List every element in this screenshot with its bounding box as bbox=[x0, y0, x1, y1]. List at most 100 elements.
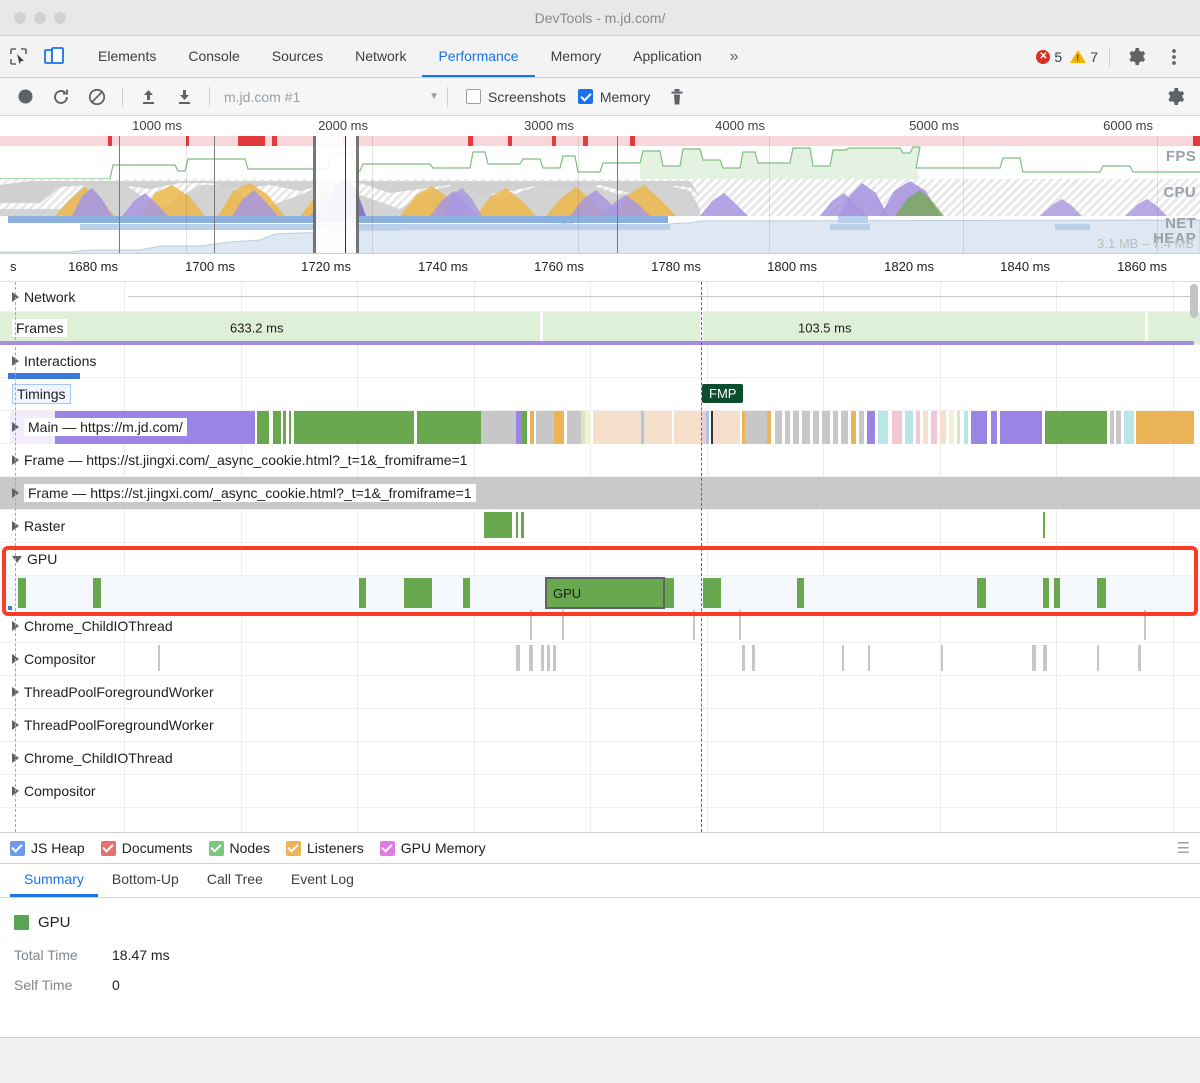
timeline-event-bar[interactable] bbox=[1097, 578, 1106, 608]
reload-record-icon[interactable] bbox=[44, 82, 78, 112]
timeline-event-bar[interactable] bbox=[1045, 411, 1055, 444]
timeline-event-bar[interactable] bbox=[1097, 645, 1099, 671]
track-label[interactable]: Chrome_ChildIOThread bbox=[12, 742, 173, 774]
track-row[interactable] bbox=[0, 808, 1200, 832]
timeline-event-bar[interactable] bbox=[1136, 411, 1194, 444]
gear-icon[interactable] bbox=[1118, 47, 1154, 66]
track-row[interactable]: ThreadPoolForegroundWorker bbox=[0, 709, 1200, 742]
save-profile-icon[interactable] bbox=[167, 82, 201, 112]
tracks-scrollbar[interactable] bbox=[1190, 284, 1198, 318]
timeline-event-bar[interactable] bbox=[1144, 610, 1146, 640]
counter-nodes[interactable]: Nodes bbox=[208, 840, 270, 856]
track-row[interactable]: Interactions bbox=[0, 341, 1200, 379]
timeline-event-bar[interactable] bbox=[941, 645, 943, 671]
timeline-event-bar[interactable] bbox=[868, 645, 870, 671]
track-row[interactable]: Raster bbox=[0, 510, 1200, 543]
counter-gpu-memory[interactable]: GPU Memory bbox=[379, 840, 486, 856]
timeline-event-bar[interactable] bbox=[977, 578, 986, 608]
timeline-event-bar[interactable] bbox=[562, 610, 564, 640]
record-icon[interactable] bbox=[8, 82, 42, 112]
timeline-event-bar[interactable] bbox=[404, 578, 432, 608]
fmp-marker-badge[interactable]: FMP bbox=[702, 384, 744, 403]
tab-summary[interactable]: Summary bbox=[10, 864, 98, 897]
trash-icon[interactable] bbox=[660, 82, 694, 112]
timeline-event-bar[interactable] bbox=[484, 512, 512, 538]
timeline-event-bar[interactable] bbox=[93, 578, 101, 608]
timeline-event-bar[interactable] bbox=[521, 512, 524, 538]
tab-elements[interactable]: Elements bbox=[82, 36, 172, 77]
tab-performance[interactable]: Performance bbox=[422, 36, 535, 77]
load-profile-icon[interactable] bbox=[131, 82, 165, 112]
track-label[interactable]: Frames bbox=[12, 312, 68, 344]
track-label[interactable]: Network bbox=[12, 282, 75, 311]
timeline-event-bar[interactable] bbox=[1032, 645, 1036, 671]
timeline-event-bar[interactable] bbox=[693, 610, 695, 640]
timeline-event-bar[interactable] bbox=[1043, 512, 1045, 538]
timeline-event-bar[interactable] bbox=[516, 512, 518, 538]
timeline-event-bar[interactable] bbox=[529, 645, 533, 671]
timeline-event-bar[interactable] bbox=[593, 411, 641, 444]
timeline-event-bar[interactable] bbox=[554, 411, 564, 444]
timeline-event-bar[interactable] bbox=[797, 578, 804, 608]
hamburger-icon[interactable]: ☰ bbox=[1177, 839, 1190, 857]
timeline-event-bar[interactable] bbox=[481, 411, 516, 444]
timeline-event-bar[interactable] bbox=[18, 578, 26, 608]
timeline-event-bar[interactable] bbox=[516, 645, 520, 671]
timeline-event-bar[interactable] bbox=[703, 578, 721, 608]
memory-checkbox[interactable]: Memory bbox=[577, 89, 650, 105]
counter-documents[interactable]: Documents bbox=[100, 840, 193, 856]
timeline-event-bar[interactable] bbox=[463, 578, 470, 608]
timeline-event-bar[interactable] bbox=[530, 610, 532, 640]
timeline-event-bar[interactable] bbox=[273, 411, 281, 444]
timeline-event-bar[interactable] bbox=[1138, 645, 1141, 671]
interactions-bar[interactable] bbox=[0, 341, 1194, 345]
timeline-event-bar[interactable] bbox=[745, 411, 767, 444]
timeline-event-bar[interactable] bbox=[742, 645, 745, 671]
timeline-event-bar[interactable] bbox=[971, 411, 987, 444]
timeline-event-bar[interactable] bbox=[802, 411, 810, 444]
timeline-event-bar[interactable] bbox=[553, 645, 556, 671]
timeline-event-bar[interactable] bbox=[289, 411, 291, 444]
tab-console[interactable]: Console bbox=[172, 36, 255, 77]
track-row[interactable]: Network bbox=[0, 282, 1200, 312]
track-label[interactable]: ThreadPoolForegroundWorker bbox=[12, 709, 214, 741]
counter-js-heap[interactable]: JS Heap bbox=[10, 840, 85, 856]
counter-listeners[interactable]: Listeners bbox=[285, 840, 364, 856]
timeline-event-bar[interactable] bbox=[878, 411, 888, 444]
overview-selection-window[interactable] bbox=[313, 136, 359, 253]
timeline-event-bar[interactable] bbox=[567, 411, 581, 444]
track-row[interactable]: Chrome_ChildIOThread bbox=[0, 742, 1200, 775]
tab-application[interactable]: Application bbox=[617, 36, 718, 77]
timeline-event-bar[interactable] bbox=[892, 411, 902, 444]
error-count-badge[interactable]: ✕ 5 bbox=[1033, 49, 1065, 65]
track-label[interactable]: Interactions bbox=[12, 345, 96, 377]
device-toolbar-icon[interactable] bbox=[36, 36, 72, 77]
tab-call-tree[interactable]: Call Tree bbox=[193, 864, 277, 897]
track-label[interactable]: Chrome_ChildIOThread bbox=[12, 610, 173, 642]
timeline-event-bar[interactable] bbox=[674, 411, 702, 444]
capture-settings-gear-icon[interactable] bbox=[1158, 82, 1192, 112]
track-label[interactable]: Compositor bbox=[12, 775, 96, 807]
timeline-event-bar[interactable] bbox=[867, 411, 875, 444]
timeline-event-bar[interactable] bbox=[841, 411, 848, 444]
timeline-event-bar[interactable] bbox=[1043, 578, 1049, 608]
timeline-event-bar[interactable] bbox=[1124, 411, 1134, 444]
timeline-event-bar[interactable] bbox=[905, 411, 913, 444]
track-row[interactable]: ThreadPoolForegroundWorker bbox=[0, 676, 1200, 709]
track-label[interactable]: Frame — https://st.jingxi.com/_async_coo… bbox=[12, 477, 476, 509]
timeline-event-bar[interactable] bbox=[842, 645, 844, 671]
track-row[interactable]: Timings bbox=[0, 378, 1200, 411]
timeline-event-bar[interactable] bbox=[1054, 578, 1060, 608]
timeline-event-bar[interactable] bbox=[536, 411, 554, 444]
tab-memory[interactable]: Memory bbox=[535, 36, 618, 77]
track-label[interactable]: Main — https://m.jd.com/ bbox=[12, 411, 187, 443]
track-row[interactable]: Frame — https://st.jingxi.com/_async_coo… bbox=[0, 444, 1200, 477]
track-label[interactable]: Timings bbox=[12, 378, 71, 410]
tab-network[interactable]: Network bbox=[339, 36, 422, 77]
timeline-event-bar[interactable] bbox=[547, 645, 550, 671]
timeline-event-bar[interactable] bbox=[822, 411, 830, 444]
track-row[interactable]: Chrome_ChildIOThread bbox=[0, 610, 1200, 643]
timeline-event-bar[interactable] bbox=[294, 411, 414, 444]
track-label[interactable]: Compositor bbox=[12, 643, 96, 675]
timeline-event-bar[interactable] bbox=[541, 645, 544, 671]
